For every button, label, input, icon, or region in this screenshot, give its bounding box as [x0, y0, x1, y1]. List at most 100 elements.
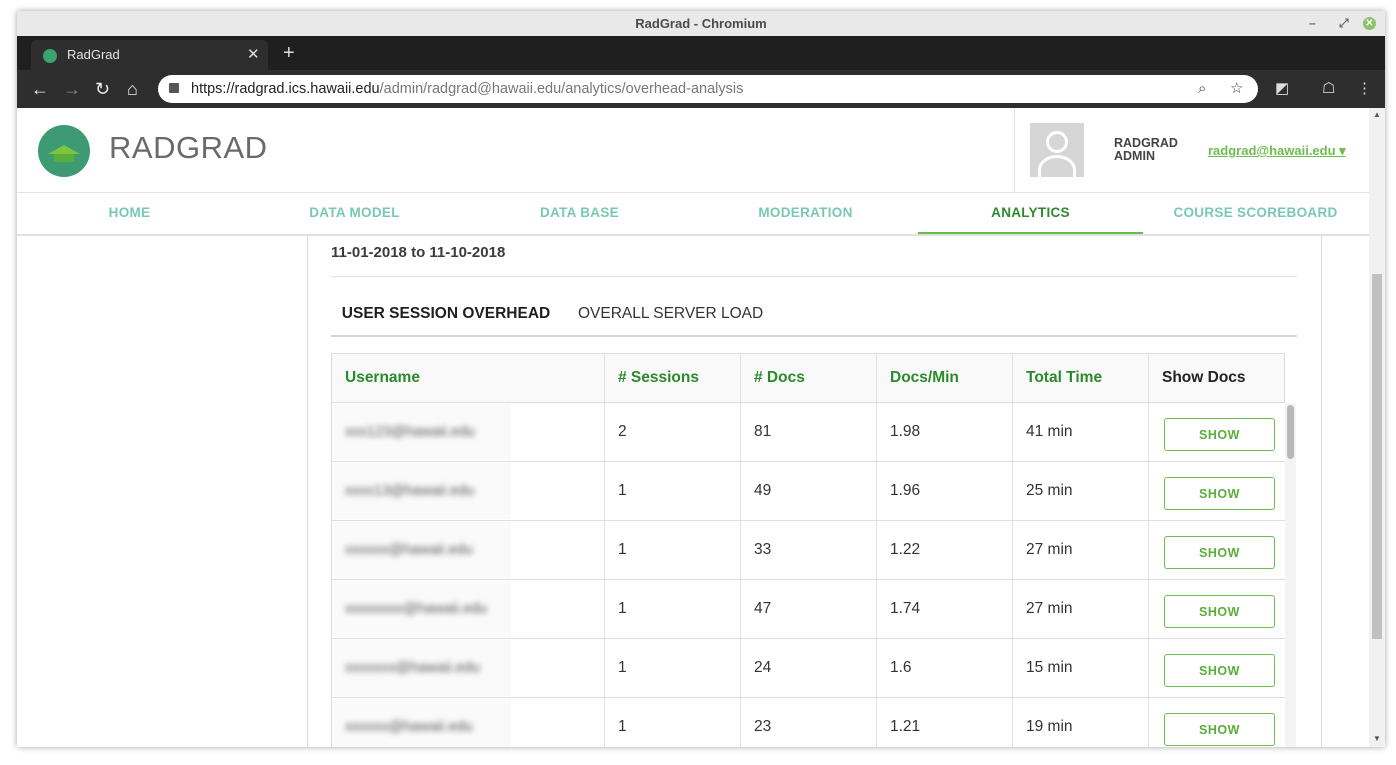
table-scrollbar[interactable]: [1285, 403, 1296, 747]
menu-item-course-scoreboard[interactable]: COURSE SCOREBOARD: [1143, 193, 1368, 235]
back-icon[interactable]: ←: [31, 70, 49, 108]
show-docs-button[interactable]: SHOW: [1164, 418, 1275, 451]
cell-docs: 47: [741, 580, 877, 638]
tabs-divider: [331, 335, 1297, 337]
new-tab-icon[interactable]: +: [283, 36, 295, 70]
user-body-icon: [1038, 155, 1076, 177]
menu-item-moderation[interactable]: MODERATION: [693, 193, 918, 235]
menu-item-data-model[interactable]: DATA MODEL: [242, 193, 467, 235]
cell-docs-per-min: 1.21: [877, 698, 1013, 747]
date-range: 11-01-2018 to 11-10-2018: [331, 244, 506, 261]
forward-icon[interactable]: →: [63, 70, 81, 108]
browser-window: RadGrad - Chromium – ⤢ ✕ RadGrad ✕ + ← →…: [17, 11, 1385, 747]
cell-sessions: 1: [605, 639, 741, 697]
table-scrollbar-thumb[interactable]: [1287, 405, 1294, 459]
cell-username: xxxxxxxx@hawaii.edu: [332, 580, 605, 638]
browser-tab[interactable]: RadGrad ✕: [31, 40, 268, 70]
cell-total-time: 41 min: [1013, 403, 1149, 461]
scroll-down-icon[interactable]: ▼: [1373, 734, 1381, 743]
show-docs-button[interactable]: SHOW: [1164, 477, 1275, 510]
cell-username: xxx123@hawaii.edu: [332, 403, 605, 461]
tab-title: RadGrad: [67, 47, 120, 62]
avatar: [1030, 123, 1084, 177]
col-docs-per-min[interactable]: Docs/Min: [877, 354, 1013, 402]
col-username[interactable]: Username: [332, 354, 605, 402]
minimize-icon[interactable]: –: [1309, 11, 1316, 36]
cell-sessions: 1: [605, 462, 741, 520]
incognito-icon[interactable]: ☖: [1322, 70, 1335, 108]
tab-user-session-overhead[interactable]: USER SESSION OVERHEAD: [331, 302, 561, 337]
cell-username: xxxx13@hawaii.edu: [332, 462, 605, 520]
cell-total-time: 15 min: [1013, 639, 1149, 697]
cell-sessions: 1: [605, 521, 741, 579]
brand-name[interactable]: RADGRAD: [109, 130, 268, 166]
cell-sessions: 1: [605, 698, 741, 747]
table-row: xxx123@hawaii.edu 2 81 1.98 41 min: [331, 403, 1285, 462]
page-scrollbar-thumb[interactable]: [1372, 274, 1382, 639]
col-total-time[interactable]: Total Time: [1013, 354, 1149, 402]
browser-toolbar: ← → ↻ ⌂ https://radgrad.ics.hawaii.edu/a…: [17, 70, 1385, 108]
cell-docs-per-min: 1.74: [877, 580, 1013, 638]
show-docs-button[interactable]: SHOW: [1164, 595, 1275, 628]
close-window-icon[interactable]: ✕: [1363, 17, 1376, 30]
show-docs-button[interactable]: SHOW: [1164, 713, 1275, 746]
extension-icon[interactable]: ◩: [1275, 70, 1289, 108]
url-text[interactable]: https://radgrad.ics.hawaii.edu/admin/rad…: [191, 75, 743, 103]
lock-icon: [169, 83, 179, 93]
cell-docs-per-min: 1.98: [877, 403, 1013, 461]
cell-username: xxxxxxx@hawaii.edu: [332, 639, 605, 697]
menu-item-data-base[interactable]: DATA BASE: [467, 193, 692, 235]
cell-sessions: 2: [605, 403, 741, 461]
table-body: xxx123@hawaii.edu 2 81 1.98 41 min xxxx1…: [331, 403, 1285, 747]
cell-docs: 33: [741, 521, 877, 579]
page-scrollbar[interactable]: ▲ ▼: [1369, 108, 1385, 747]
cell-docs: 81: [741, 403, 877, 461]
user-head-icon: [1046, 131, 1068, 153]
table-row: xxxxxxxx@hawaii.edu 1 47 1.74 27 min: [331, 580, 1285, 639]
page-viewport: RADGRAD RADGRAD ADMIN radgrad@hawaii.edu…: [17, 108, 1369, 747]
table-row: xxxxxx@hawaii.edu 1 33 1.22 27 min: [331, 521, 1285, 580]
col-docs[interactable]: # Docs: [741, 354, 877, 402]
cell-docs: 24: [741, 639, 877, 697]
cell-username: xxxxxx@hawaii.edu: [332, 698, 605, 747]
user-email-dropdown[interactable]: radgrad@hawaii.edu ▾: [1208, 143, 1346, 159]
tab-overall-server-load[interactable]: OVERALL SERVER LOAD: [578, 302, 763, 335]
tab-strip: RadGrad ✕ +: [17, 36, 1385, 70]
cell-total-time: 25 min: [1013, 462, 1149, 520]
tab-close-icon[interactable]: ✕: [247, 40, 260, 70]
cell-docs: 49: [741, 462, 877, 520]
cell-docs-per-min: 1.96: [877, 462, 1013, 520]
main-menu: HOME DATA MODEL DATA BASE MODERATION ANA…: [17, 193, 1369, 235]
show-docs-button[interactable]: SHOW: [1164, 536, 1275, 569]
window-titlebar: RadGrad - Chromium – ⤢ ✕: [17, 11, 1385, 36]
user-role: RADGRAD ADMIN: [1114, 136, 1178, 163]
cell-docs-per-min: 1.6: [877, 639, 1013, 697]
table-row: xxxxxx@hawaii.edu 1 23 1.21 19 min: [331, 698, 1285, 747]
cell-docs: 23: [741, 698, 877, 747]
cell-sessions: 1: [605, 580, 741, 638]
favicon-icon: [43, 49, 57, 63]
show-docs-button[interactable]: SHOW: [1164, 654, 1275, 687]
date-divider: [331, 276, 1297, 277]
cell-username: xxxxxx@hawaii.edu: [332, 521, 605, 579]
window-title: RadGrad - Chromium: [635, 16, 767, 31]
zoom-icon[interactable]: ⌕: [1198, 75, 1206, 103]
address-bar[interactable]: https://radgrad.ics.hawaii.edu/admin/rad…: [158, 75, 1258, 103]
table-header: Username # Sessions # Docs Docs/Min Tota…: [331, 353, 1285, 403]
col-sessions[interactable]: # Sessions: [605, 354, 741, 402]
menu-item-home[interactable]: HOME: [17, 193, 242, 235]
scroll-up-icon[interactable]: ▲: [1373, 110, 1381, 119]
browser-menu-icon[interactable]: ⋮: [1357, 70, 1372, 108]
col-show-docs: Show Docs: [1162, 369, 1246, 386]
radgrad-logo[interactable]: [38, 125, 90, 177]
graduation-cap-icon: [48, 145, 80, 154]
maximize-icon[interactable]: ⤢: [1339, 11, 1349, 36]
header-divider: [1014, 108, 1015, 192]
bookmark-star-icon[interactable]: ☆: [1230, 75, 1243, 103]
home-icon[interactable]: ⌂: [127, 70, 138, 108]
cell-total-time: 27 min: [1013, 521, 1149, 579]
cell-total-time: 19 min: [1013, 698, 1149, 747]
menu-item-analytics[interactable]: ANALYTICS: [918, 193, 1143, 235]
cell-docs-per-min: 1.22: [877, 521, 1013, 579]
reload-icon[interactable]: ↻: [95, 70, 110, 108]
